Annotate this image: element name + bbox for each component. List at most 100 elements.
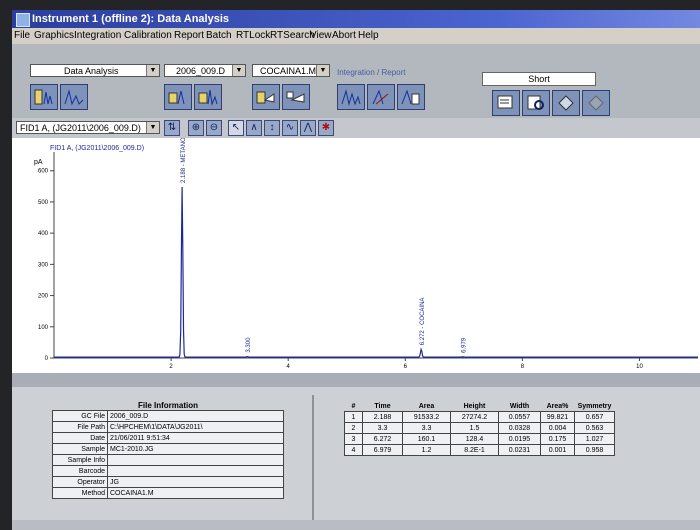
peak-number-cell: 3 <box>344 433 363 445</box>
col-header-time[interactable]: Time <box>363 401 403 412</box>
file-info-row: Sample Info <box>52 454 284 466</box>
table-row[interactable]: 4 6.979 1.2 8.2E-1 0.0231 0.001 0.958 <box>344 444 615 456</box>
col-header-area[interactable]: Area <box>403 401 451 412</box>
integration-report-label: Integration / Report <box>337 68 406 77</box>
file-info-value <box>107 454 284 466</box>
menu-rtsearch[interactable]: RTSearch <box>270 28 315 44</box>
chromatogram-view-button[interactable] <box>60 84 88 110</box>
peak-width-cell: 0.0557 <box>498 411 541 423</box>
table-row[interactable]: 1 2.188 91533.2 27274.2 0.0557 99.821 0.… <box>344 411 615 423</box>
menu-batch[interactable]: Batch <box>206 28 232 44</box>
menu-integration[interactable]: Integration <box>74 28 121 44</box>
chart-title: FID1 A, (JG2011\2006_009.D) <box>50 145 144 152</box>
calibrate-button[interactable] <box>367 84 395 110</box>
report-style-box[interactable]: Short <box>482 72 596 86</box>
view-selector-value: Data Analysis <box>64 66 119 76</box>
file-info-value <box>107 465 284 477</box>
negative-peak-icon[interactable]: ⋀ <box>300 120 316 136</box>
table-row[interactable]: 2 3.3 3.3 1.5 0.0328 0.004 0.563 <box>344 422 615 434</box>
peak-area-percent-cell: 0.175 <box>540 433 575 445</box>
menu-report[interactable]: Report <box>174 28 204 44</box>
file-info-label: Sample Info <box>52 454 108 466</box>
load-signal-button[interactable] <box>164 84 192 110</box>
peak-symmetry-cell: 1.027 <box>574 433 615 445</box>
x-tick-label: 6 <box>404 364 408 370</box>
method-selector[interactable]: COCAINA1.M ▼ <box>252 64 330 77</box>
preview-report-button[interactable] <box>522 90 550 116</box>
file-info-value: MC1-2010.JG <box>107 443 284 455</box>
x-tick-label: 2 <box>169 364 173 370</box>
peak-area-percent-cell: 0.001 <box>540 444 575 456</box>
chromatogram-panel: FID1 A, (JG2011\2006_009.D) pA min 01002… <box>12 138 700 373</box>
file-info-label: Barcode <box>52 465 108 477</box>
disabled-tool-button <box>582 90 610 116</box>
menu-file[interactable]: File <box>14 28 30 44</box>
print-report-button[interactable] <box>492 90 520 116</box>
view-selector[interactable]: Data Analysis ▼ <box>30 64 160 77</box>
chevron-down-icon[interactable]: ▼ <box>146 65 159 76</box>
integrate-button[interactable] <box>337 84 365 110</box>
x-tick-label: 8 <box>521 364 525 370</box>
chevron-down-icon[interactable]: ▼ <box>146 122 159 133</box>
delete-peak-icon[interactable]: ✱ <box>318 120 334 136</box>
col-header-area-percent[interactable]: Area% <box>541 401 575 412</box>
col-header-width[interactable]: Width <box>499 401 541 412</box>
data-analysis-view-button[interactable] <box>30 84 58 110</box>
menu-graphics[interactable]: Graphics <box>34 28 74 44</box>
results-divider[interactable] <box>312 395 314 525</box>
peak-symmetry-cell: 0.563 <box>574 422 615 434</box>
menu-abort[interactable]: Abort <box>332 28 356 44</box>
data-file-selector[interactable]: 2006_009.D ▼ <box>164 64 246 77</box>
menu-help[interactable]: Help <box>358 28 379 44</box>
signal-selector[interactable]: FID1 A, (JG2011\2006_009.D) ▼ <box>16 121 160 134</box>
peak-time-cell: 6.272 <box>362 433 403 445</box>
file-info-row: Operator JG <box>52 476 284 488</box>
zoom-in-icon[interactable]: ⊕ <box>188 120 204 136</box>
spectra-button[interactable] <box>552 90 580 116</box>
peak-label: 6.979 <box>462 337 468 353</box>
menu-view[interactable]: View <box>310 28 332 44</box>
y-tick-label: 0 <box>45 356 49 362</box>
file-info-row: Date 21/06/2011 9:51:34 <box>52 432 284 444</box>
window-title: Instrument 1 (offline 2): Data Analysis <box>32 13 230 25</box>
signal-options-icon[interactable]: ⇅ <box>164 120 180 136</box>
y-tick-label: 500 <box>38 200 49 206</box>
menu-calibration[interactable]: Calibration <box>124 28 172 44</box>
file-info-value: JG <box>107 476 284 488</box>
file-info-label: Method <box>52 487 108 499</box>
chevron-down-icon[interactable]: ▼ <box>316 65 329 76</box>
zoom-out-icon[interactable]: ⊖ <box>206 120 222 136</box>
chevron-down-icon[interactable]: ▼ <box>232 65 245 76</box>
split-peak-icon[interactable]: ↕ <box>264 120 280 136</box>
file-information-table: GC File 2006_009.D File Path C:\HPCHEM\1\D… <box>52 410 284 499</box>
manual-integrate-icon[interactable]: ∧ <box>246 120 262 136</box>
file-info-label: GC File <box>52 410 108 422</box>
monitor-bezel: Instrument 1 (offline 2): Data Analysis … <box>0 0 700 530</box>
file-info-row: File Path C:\HPCHEM\1\DATA\JG2011\ <box>52 421 284 433</box>
col-header-height[interactable]: Height <box>451 401 499 412</box>
pointer-icon[interactable]: ↖ <box>228 120 244 136</box>
integration-events-button[interactable] <box>397 84 425 110</box>
col-header-symmetry[interactable]: Symmetry <box>575 401 615 412</box>
x-tick-label: 4 <box>287 364 291 370</box>
file-info-row: Sample MC1-2010.JG <box>52 443 284 455</box>
col-header-number[interactable]: # <box>345 401 363 412</box>
signal-toolbar: FID1 A, (JG2011\2006_009.D) ▼ ⇅ ⊕ ⊖ ↖ ∧ … <box>12 118 700 138</box>
peak-results-table: # Time Area Height Width Area% Symmetry … <box>344 401 615 456</box>
overlay-signal-button[interactable] <box>194 84 222 110</box>
menu-rtlock[interactable]: RTLock <box>236 28 270 44</box>
file-information-panel: File Information GC File 2006_009.D File … <box>52 401 284 499</box>
peak-labels: 2.188 - METANOL 3.300 6.272 - COCAINA 6.979 <box>181 138 467 353</box>
save-method-button[interactable] <box>282 84 310 110</box>
peak-area-cell: 1.2 <box>402 444 451 456</box>
table-row[interactable]: 3 6.272 160.1 128.4 0.0195 0.175 1.027 <box>344 433 615 445</box>
peak-baseline-icon[interactable]: ∿ <box>282 120 298 136</box>
status-bar <box>12 520 700 530</box>
peak-height-cell: 8.2E-1 <box>450 444 499 456</box>
peak-number-cell: 1 <box>344 411 363 423</box>
load-method-button[interactable] <box>252 84 280 110</box>
peak-time-cell: 2.188 <box>362 411 403 423</box>
file-info-row: Barcode <box>52 465 284 477</box>
panel-splitter[interactable] <box>12 373 700 387</box>
peak-label: 6.272 - COCAINA <box>420 298 426 346</box>
